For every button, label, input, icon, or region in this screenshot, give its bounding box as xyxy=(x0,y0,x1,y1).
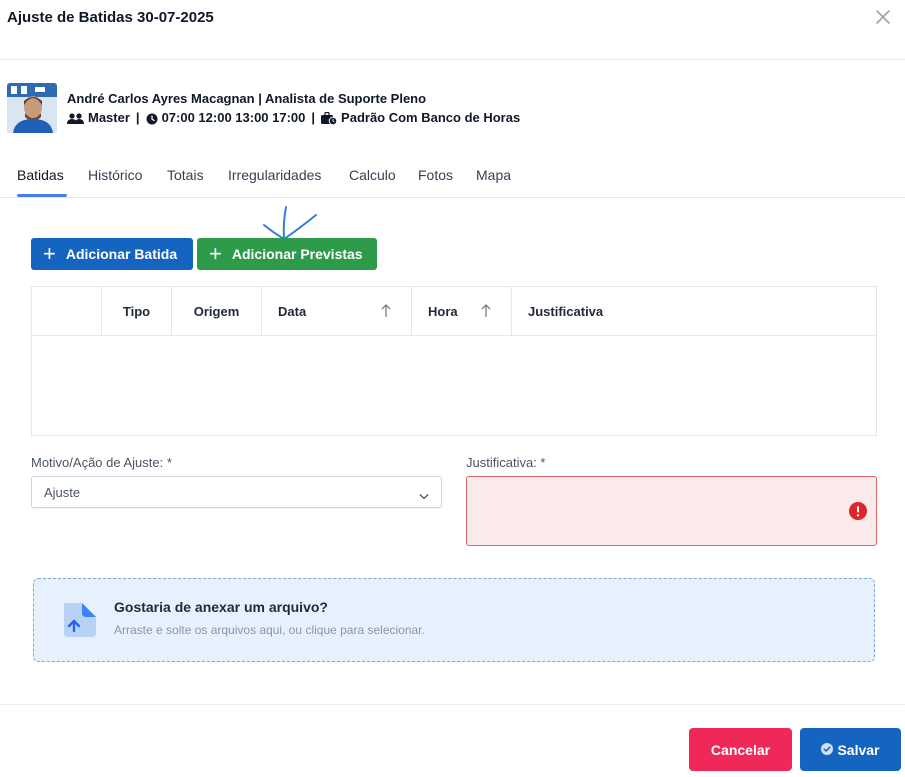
tab-mapa[interactable]: Mapa xyxy=(476,167,511,183)
table-header-hora[interactable]: Hora xyxy=(412,287,512,336)
dropzone-title: Gostaria de anexar um arquivo? xyxy=(114,599,328,615)
tab-irregularidades[interactable]: Irregularidades xyxy=(228,167,321,183)
table-header-data[interactable]: Data xyxy=(262,287,412,336)
tabs: Batidas Histórico Totais Irregularidades… xyxy=(0,163,905,198)
chevron-down-icon xyxy=(419,488,429,503)
batidas-table: Tipo Origem Data Hora Justificativa xyxy=(31,286,877,436)
separator: | xyxy=(311,110,316,126)
tab-calculo[interactable]: Calculo xyxy=(349,167,396,183)
tab-totais[interactable]: Totais xyxy=(167,167,204,183)
tab-historico[interactable]: Histórico xyxy=(88,167,142,183)
table-header-data-label: Data xyxy=(278,304,307,319)
plus-icon: + xyxy=(209,241,222,266)
justificativa-label: Justificativa: * xyxy=(466,455,546,470)
save-button[interactable]: Salvar xyxy=(800,728,901,771)
table-header: Tipo Origem Data Hora Justificativa xyxy=(32,287,876,336)
save-label: Salvar xyxy=(837,741,880,758)
file-upload-icon xyxy=(60,601,98,644)
add-previstas-label: Adicionar Previstas xyxy=(231,246,363,262)
tab-fotos[interactable]: Fotos xyxy=(418,167,453,183)
plus-icon: + xyxy=(43,241,56,266)
error-icon xyxy=(849,502,867,520)
table-header-select xyxy=(32,287,102,336)
employee-group: Master xyxy=(88,110,130,126)
active-tab-indicator xyxy=(17,194,67,197)
motivo-select[interactable]: Ajuste xyxy=(31,476,442,508)
separator: | xyxy=(135,110,140,126)
briefcase-clock-icon xyxy=(321,110,338,126)
modal-header: Ajuste de Batidas 30-07-2025 xyxy=(0,0,905,60)
justificativa-textarea[interactable] xyxy=(466,476,877,546)
table-header-tipo[interactable]: Tipo xyxy=(102,287,172,336)
modal-title: Ajuste de Batidas 30-07-2025 xyxy=(7,9,214,26)
motivo-label: Motivo/Ação de Ajuste: * xyxy=(31,455,172,470)
users-icon xyxy=(67,110,84,125)
add-batida-label: Adicionar Batida xyxy=(65,246,178,262)
check-circle-icon xyxy=(821,742,834,758)
table-header-justificativa[interactable]: Justificativa xyxy=(512,287,876,336)
motivo-selected-value: Ajuste xyxy=(44,484,81,500)
clock-icon xyxy=(146,110,158,125)
dropzone-subtitle: Arraste e solte os arquivos aqui, ou cli… xyxy=(114,623,425,637)
employee-details: Master | 07:00 12:00 13:00 17:00 | Padrã… xyxy=(67,110,521,126)
add-batida-button[interactable]: + Adicionar Batida xyxy=(31,238,193,270)
employee-bank: Padrão Com Banco de Horas xyxy=(341,110,521,126)
table-header-hora-label: Hora xyxy=(428,304,458,319)
employee-name-role: André Carlos Ayres Macagnan | Analista d… xyxy=(67,91,427,106)
add-previstas-button[interactable]: + Adicionar Previstas xyxy=(197,238,377,270)
tab-batidas[interactable]: Batidas xyxy=(17,167,64,183)
cancel-button[interactable]: Cancelar xyxy=(689,728,792,771)
table-header-origem[interactable]: Origem xyxy=(172,287,262,336)
sort-arrow-up-icon[interactable] xyxy=(381,304,391,321)
file-dropzone[interactable]: Gostaria de anexar um arquivo? Arraste e… xyxy=(33,578,875,662)
avatar xyxy=(7,83,57,133)
close-icon[interactable] xyxy=(875,9,891,25)
employee-schedule: 07:00 12:00 13:00 17:00 xyxy=(161,110,306,126)
footer-divider xyxy=(0,704,905,705)
sort-arrow-up-icon[interactable] xyxy=(481,304,491,321)
